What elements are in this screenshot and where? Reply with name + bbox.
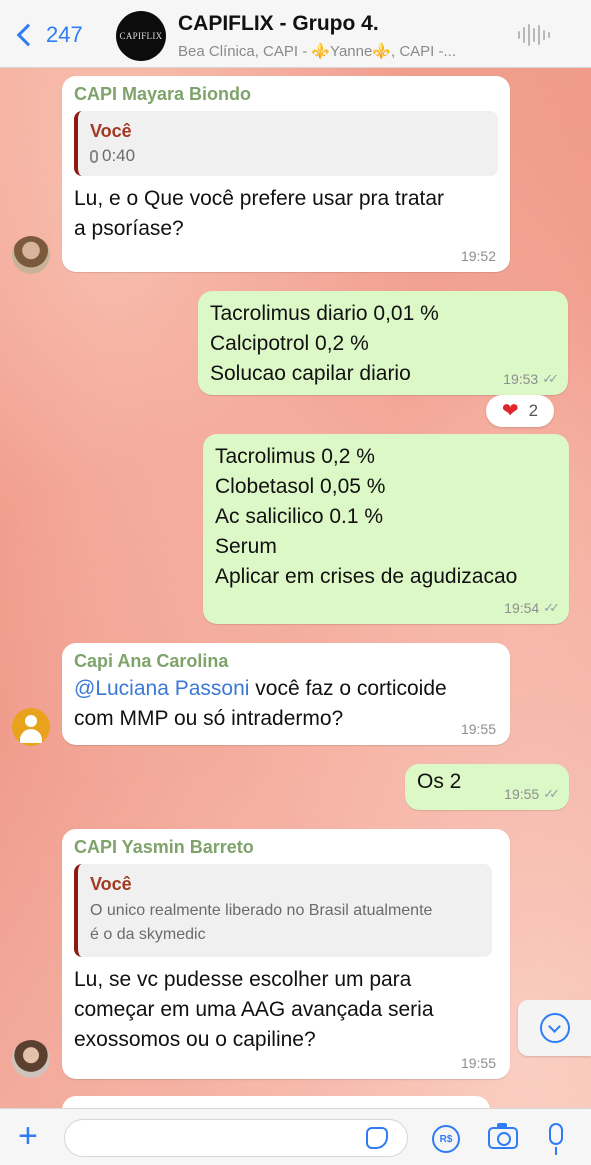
- message-time: 19:55: [504, 786, 540, 802]
- group-members[interactable]: Bea Clínica, CAPI - ⚜️Yanne⚜️, CAPI -...: [178, 42, 456, 60]
- camera-icon[interactable]: [488, 1123, 518, 1149]
- quoted-message[interactable]: Você 0:40: [74, 111, 498, 176]
- message-text-line2: com MMP ou só intradermo?: [74, 707, 344, 730]
- sender-name: Capi Ana Carolina: [74, 651, 229, 671]
- message-text: Lu, e o Que você prefere usar pra tratar…: [74, 187, 445, 240]
- message-time: 19:55: [460, 1055, 496, 1071]
- message-bubble[interactable]: Tacrolimus 0,2 % Clobetasol 0,05 % Ac sa…: [203, 434, 569, 624]
- audio-wave-icon[interactable]: [518, 24, 550, 46]
- quote-text: O unico realmente liberado no Brasil atu…: [90, 902, 433, 943]
- scroll-to-bottom-button[interactable]: [518, 1000, 591, 1056]
- group-avatar-text: CAPIFLIX: [119, 31, 163, 41]
- message-bubble[interactable]: Os 2 19:55 ✓✓: [405, 764, 569, 810]
- read-ticks-icon: ✓✓: [543, 786, 560, 801]
- composer-bar: + R$: [0, 1108, 591, 1165]
- reaction-count: 2: [528, 401, 539, 420]
- group-avatar[interactable]: CAPIFLIX: [116, 11, 166, 61]
- read-ticks-icon: ✓✓: [542, 371, 559, 386]
- back-button[interactable]: 247: [14, 22, 83, 48]
- pay-icon[interactable]: R$: [432, 1125, 460, 1153]
- message-input[interactable]: [64, 1119, 408, 1157]
- quoted-message[interactable]: Você O unico realmente liberado no Brasi…: [74, 864, 492, 957]
- read-ticks-icon: ✓✓: [543, 600, 560, 615]
- avatar[interactable]: [12, 236, 50, 274]
- sender-name: CAPI Mayara Biondo: [74, 84, 252, 104]
- message-bubble[interactable]: CAPI Mayara Biondo Você 0:40 Lu, e o Que…: [62, 76, 510, 272]
- sender-name: CAPI Yasmin Barreto: [74, 837, 254, 857]
- message-time: 19:54: [504, 600, 540, 616]
- plus-icon[interactable]: +: [18, 1119, 38, 1153]
- message-time: 19:52: [460, 248, 496, 264]
- audio-duration: 0:40: [102, 146, 136, 165]
- message-bubble[interactable]: CAPI Yasmin Barreto Você O unico realmen…: [62, 829, 510, 1079]
- message-time: 19:55: [460, 721, 496, 737]
- mention-link[interactable]: @Luciana Passoni: [74, 677, 249, 700]
- avatar[interactable]: [12, 708, 50, 746]
- back-chevron-icon: [16, 23, 40, 47]
- unread-count: 247: [46, 22, 83, 47]
- reaction-badge[interactable]: ❤ 2: [486, 395, 554, 427]
- message-bubble[interactable]: Tacrolimus diario 0,01 % Calcipotrol 0,2…: [198, 291, 568, 395]
- message-bubble[interactable]: Capi Ana Carolina @Luciana Passoni você …: [62, 643, 510, 745]
- group-title[interactable]: CAPIFLIX - Grupo 4.: [178, 12, 379, 36]
- avatar[interactable]: [12, 1040, 50, 1078]
- quote-author: Você: [90, 121, 132, 141]
- mic-icon: [90, 149, 98, 163]
- microphone-icon[interactable]: [549, 1123, 563, 1155]
- quote-author: Você: [90, 874, 132, 894]
- message-text: Tacrolimus 0,2 % Clobetasol 0,05 % Ac sa…: [215, 445, 518, 588]
- message-text: @Luciana Passoni você faz o corticoide: [74, 677, 447, 700]
- message-text: Lu, se vc pudesse escolher um para começ…: [74, 968, 434, 1051]
- chevron-down-icon: [548, 1019, 561, 1033]
- heart-icon: ❤: [501, 400, 519, 422]
- chat-header: 247 CAPIFLIX CAPIFLIX - Grupo 4. Bea Clí…: [0, 0, 591, 68]
- message-time: 19:53: [503, 371, 539, 387]
